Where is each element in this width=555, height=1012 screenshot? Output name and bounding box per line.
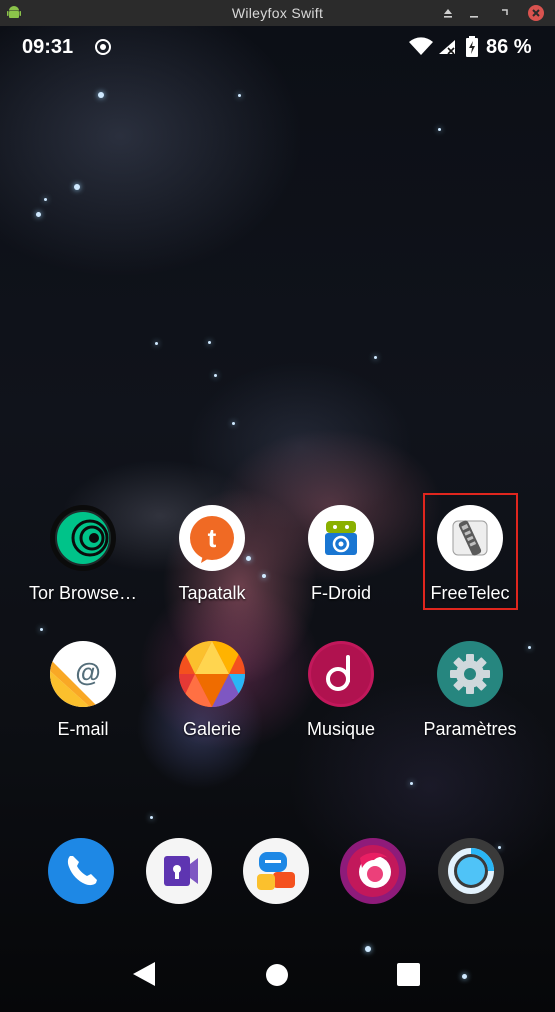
window-title-bar: Wileyfox Swift xyxy=(0,0,555,26)
gallery-icon xyxy=(179,641,245,707)
music-icon xyxy=(308,641,374,707)
battery-percentage: 86 % xyxy=(486,36,532,58)
app-email[interactable]: @ E-mail xyxy=(23,641,143,740)
wifi-icon xyxy=(409,37,433,55)
signal-icon xyxy=(439,40,455,55)
back-icon[interactable] xyxy=(131,960,157,988)
app-gallery[interactable]: Galerie xyxy=(152,641,272,740)
svg-text:t: t xyxy=(208,523,217,553)
phone-icon[interactable] xyxy=(48,838,114,904)
video-call-icon[interactable] xyxy=(146,838,212,904)
app-music[interactable]: Musique xyxy=(281,641,401,740)
email-icon: @ xyxy=(50,641,116,707)
app-label: E-mail xyxy=(57,719,109,739)
settings-gear-icon xyxy=(437,641,503,707)
app-label: Tapatalk xyxy=(178,583,246,603)
clock: 09:31 xyxy=(22,36,74,58)
messages-icon[interactable] xyxy=(243,838,309,904)
app-label: F-Droid xyxy=(310,583,371,603)
status-bar: 09:31 86 % xyxy=(0,26,555,68)
tor-browser-icon xyxy=(50,505,116,571)
tapatalk-icon: t xyxy=(179,505,245,571)
svg-text:@: @ xyxy=(75,657,100,687)
app-label: Musique xyxy=(306,719,376,739)
close-icon[interactable] xyxy=(527,4,545,22)
fdroid-icon xyxy=(308,505,374,571)
do-not-disturb-icon xyxy=(95,39,111,55)
assistant-ring-icon[interactable] xyxy=(438,838,504,904)
app-settings[interactable]: Paramètres xyxy=(410,641,530,740)
app-label: Paramètres xyxy=(423,719,517,739)
selection-highlight xyxy=(423,493,518,610)
eject-icon[interactable] xyxy=(440,5,456,21)
app-label: Tor Browse… xyxy=(28,583,138,603)
firefox-icon[interactable] xyxy=(340,838,406,904)
recents-icon[interactable] xyxy=(397,963,420,986)
app-label: Galerie xyxy=(182,719,242,739)
restore-icon[interactable] xyxy=(496,5,512,21)
battery-icon xyxy=(466,36,478,57)
home-icon[interactable] xyxy=(265,963,289,987)
minimize-icon[interactable] xyxy=(466,5,482,21)
app-tor-browser[interactable]: Tor Browse… xyxy=(23,505,143,604)
app-fdroid[interactable]: F-Droid xyxy=(281,505,401,604)
app-tapatalk[interactable]: t Tapatalk xyxy=(152,505,272,604)
